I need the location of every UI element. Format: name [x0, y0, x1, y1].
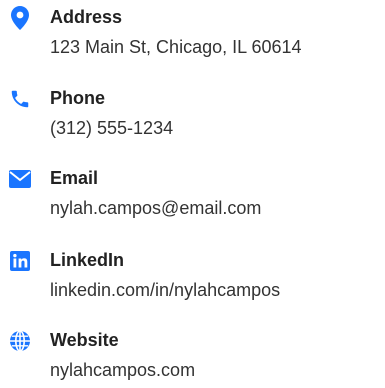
contact-label: Email [50, 168, 99, 188]
map-marker-icon [8, 6, 32, 30]
contact-item-address: Address 123 Main St, Chicago, IL 60614 [0, 4, 385, 74]
contact-label: LinkedIn [50, 250, 125, 270]
contact-value-linkedin[interactable]: linkedin.com/in/nylahcampos [50, 277, 280, 303]
contact-value-phone[interactable]: (312) 555-1234 [50, 115, 173, 141]
contact-item-linkedin: LinkedIn linkedin.com/in/nylahcampos [0, 247, 385, 317]
envelope-icon [8, 167, 32, 191]
contact-list: Address 123 Main St, Chicago, IL 60614 P… [0, 0, 385, 388]
contact-item-email: Email nylah.campos@email.com [0, 165, 385, 235]
contact-value-email[interactable]: nylah.campos@email.com [50, 195, 261, 221]
contact-label: Address [50, 7, 123, 27]
contact-value-address: 123 Main St, Chicago, IL 60614 [50, 37, 302, 57]
contact-label: Phone [50, 88, 106, 108]
contact-item-website: Website nylahcampos.com [0, 327, 385, 388]
contact-item-phone: Phone (312) 555-1234 [0, 85, 385, 155]
contact-label: Website [50, 330, 119, 350]
phone-icon [8, 87, 32, 111]
linkedin-icon [8, 249, 32, 273]
globe-icon [8, 329, 32, 353]
contact-value-website[interactable]: nylahcampos.com [50, 357, 195, 383]
